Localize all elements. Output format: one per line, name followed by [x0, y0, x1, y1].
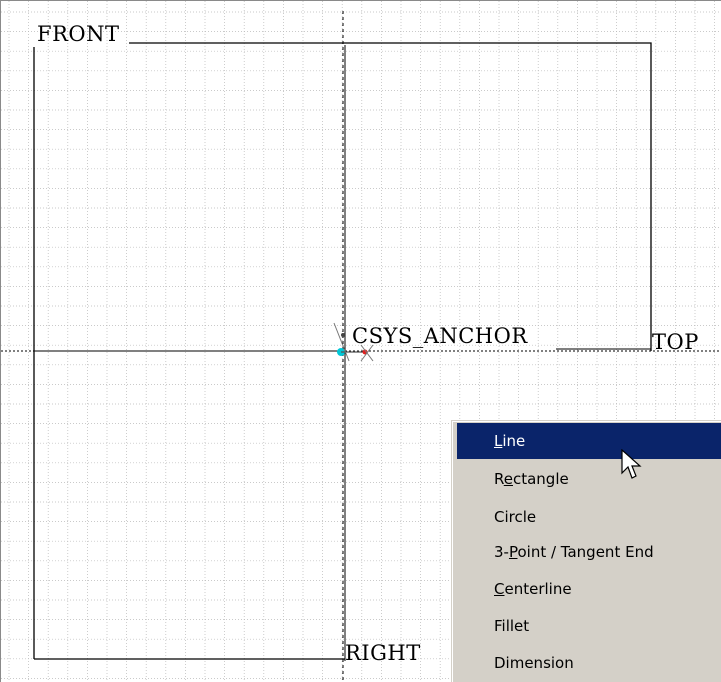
sketch-context-menu: Line Rectangle Circle 3-Point / Tangent …: [452, 421, 721, 682]
csys-anchor-label[interactable]: CSYS_ANCHOR: [352, 325, 528, 347]
menu-item-centerline[interactable]: Centerline: [457, 571, 721, 607]
menu-item-3-point-tangent-end[interactable]: 3-Point / Tangent End: [457, 534, 721, 570]
front-plane-label[interactable]: FRONT: [37, 23, 119, 45]
menu-item-rectangle[interactable]: Rectangle: [457, 461, 721, 497]
menu-item-fillet[interactable]: Fillet: [457, 608, 721, 644]
top-plane-label[interactable]: TOP: [652, 331, 699, 353]
menu-item-line[interactable]: Line: [457, 423, 721, 459]
front-plane-outline[interactable]: [129, 42, 652, 351]
sketch-canvas[interactable]: FRONT CSYS_ANCHOR TOP RIGHT Line Rectang…: [0, 0, 721, 682]
right-plane-label[interactable]: RIGHT: [345, 642, 421, 664]
menu-item-circle[interactable]: Circle: [457, 499, 721, 535]
arrow-cursor-icon: [621, 449, 642, 479]
menu-item-dimension[interactable]: Dimension: [457, 645, 721, 681]
